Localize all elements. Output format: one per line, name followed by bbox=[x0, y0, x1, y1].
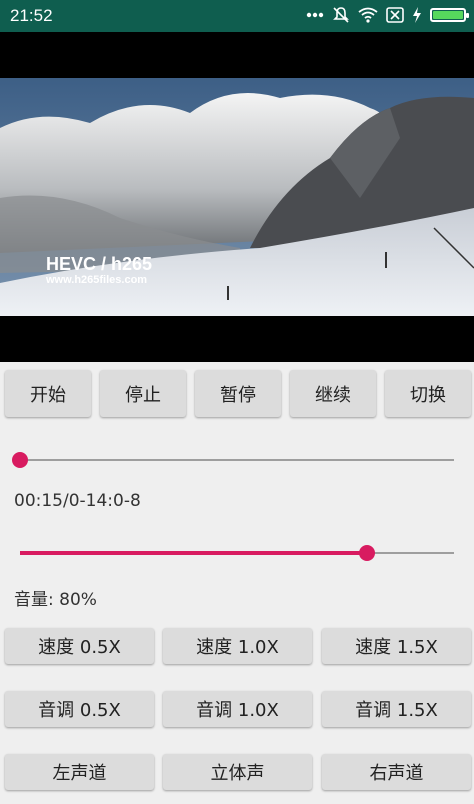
sim-error-icon bbox=[386, 7, 404, 23]
pitch-0-5x-button[interactable]: 音调 0.5X bbox=[5, 691, 154, 727]
playback-seekbar[interactable] bbox=[12, 452, 454, 468]
volume-slider[interactable] bbox=[20, 545, 454, 561]
stop-button[interactable]: 停止 bbox=[100, 370, 186, 417]
resume-button[interactable]: 继续 bbox=[290, 370, 376, 417]
playback-seek-thumb[interactable] bbox=[12, 452, 28, 468]
volume-label: 音量: 80% bbox=[14, 590, 97, 610]
right-channel-button[interactable]: 右声道 bbox=[322, 754, 471, 790]
pitch-1-0x-button[interactable]: 音调 1.0X bbox=[163, 691, 312, 727]
mute-icon bbox=[333, 7, 349, 23]
video-overlay-url: www.h265files.com bbox=[46, 274, 148, 286]
volume-fill bbox=[20, 551, 368, 555]
speed-1-5x-button[interactable]: 速度 1.5X bbox=[322, 628, 471, 664]
video-overlay-title: HEVC / h265 bbox=[46, 254, 153, 274]
pause-button[interactable]: 暂停 bbox=[195, 370, 281, 417]
volume-thumb[interactable] bbox=[359, 545, 376, 561]
switch-button[interactable]: 切换 bbox=[385, 370, 471, 417]
status-icons bbox=[306, 6, 469, 24]
wifi-icon bbox=[358, 7, 378, 23]
stereo-button[interactable]: 立体声 bbox=[163, 754, 312, 790]
video-frame: HEVC / h265 www.h265files.com bbox=[0, 78, 474, 316]
playback-time-label: 00:15/0-14:0-8 bbox=[14, 491, 141, 511]
charging-icon bbox=[413, 7, 421, 23]
battery-icon bbox=[430, 8, 469, 22]
video-player[interactable]: HEVC / h265 www.h265files.com bbox=[0, 32, 474, 362]
status-time: 21:52 bbox=[10, 6, 53, 25]
speed-0-5x-button[interactable]: 速度 0.5X bbox=[5, 628, 154, 664]
pitch-1-5x-button[interactable]: 音调 1.5X bbox=[322, 691, 471, 727]
speed-1-0x-button[interactable]: 速度 1.0X bbox=[163, 628, 312, 664]
status-bar: 21:52 bbox=[0, 0, 474, 32]
battery-fill bbox=[433, 11, 463, 19]
left-channel-button[interactable]: 左声道 bbox=[5, 754, 154, 790]
start-button[interactable]: 开始 bbox=[5, 370, 91, 417]
more-dots-icon bbox=[306, 12, 324, 18]
